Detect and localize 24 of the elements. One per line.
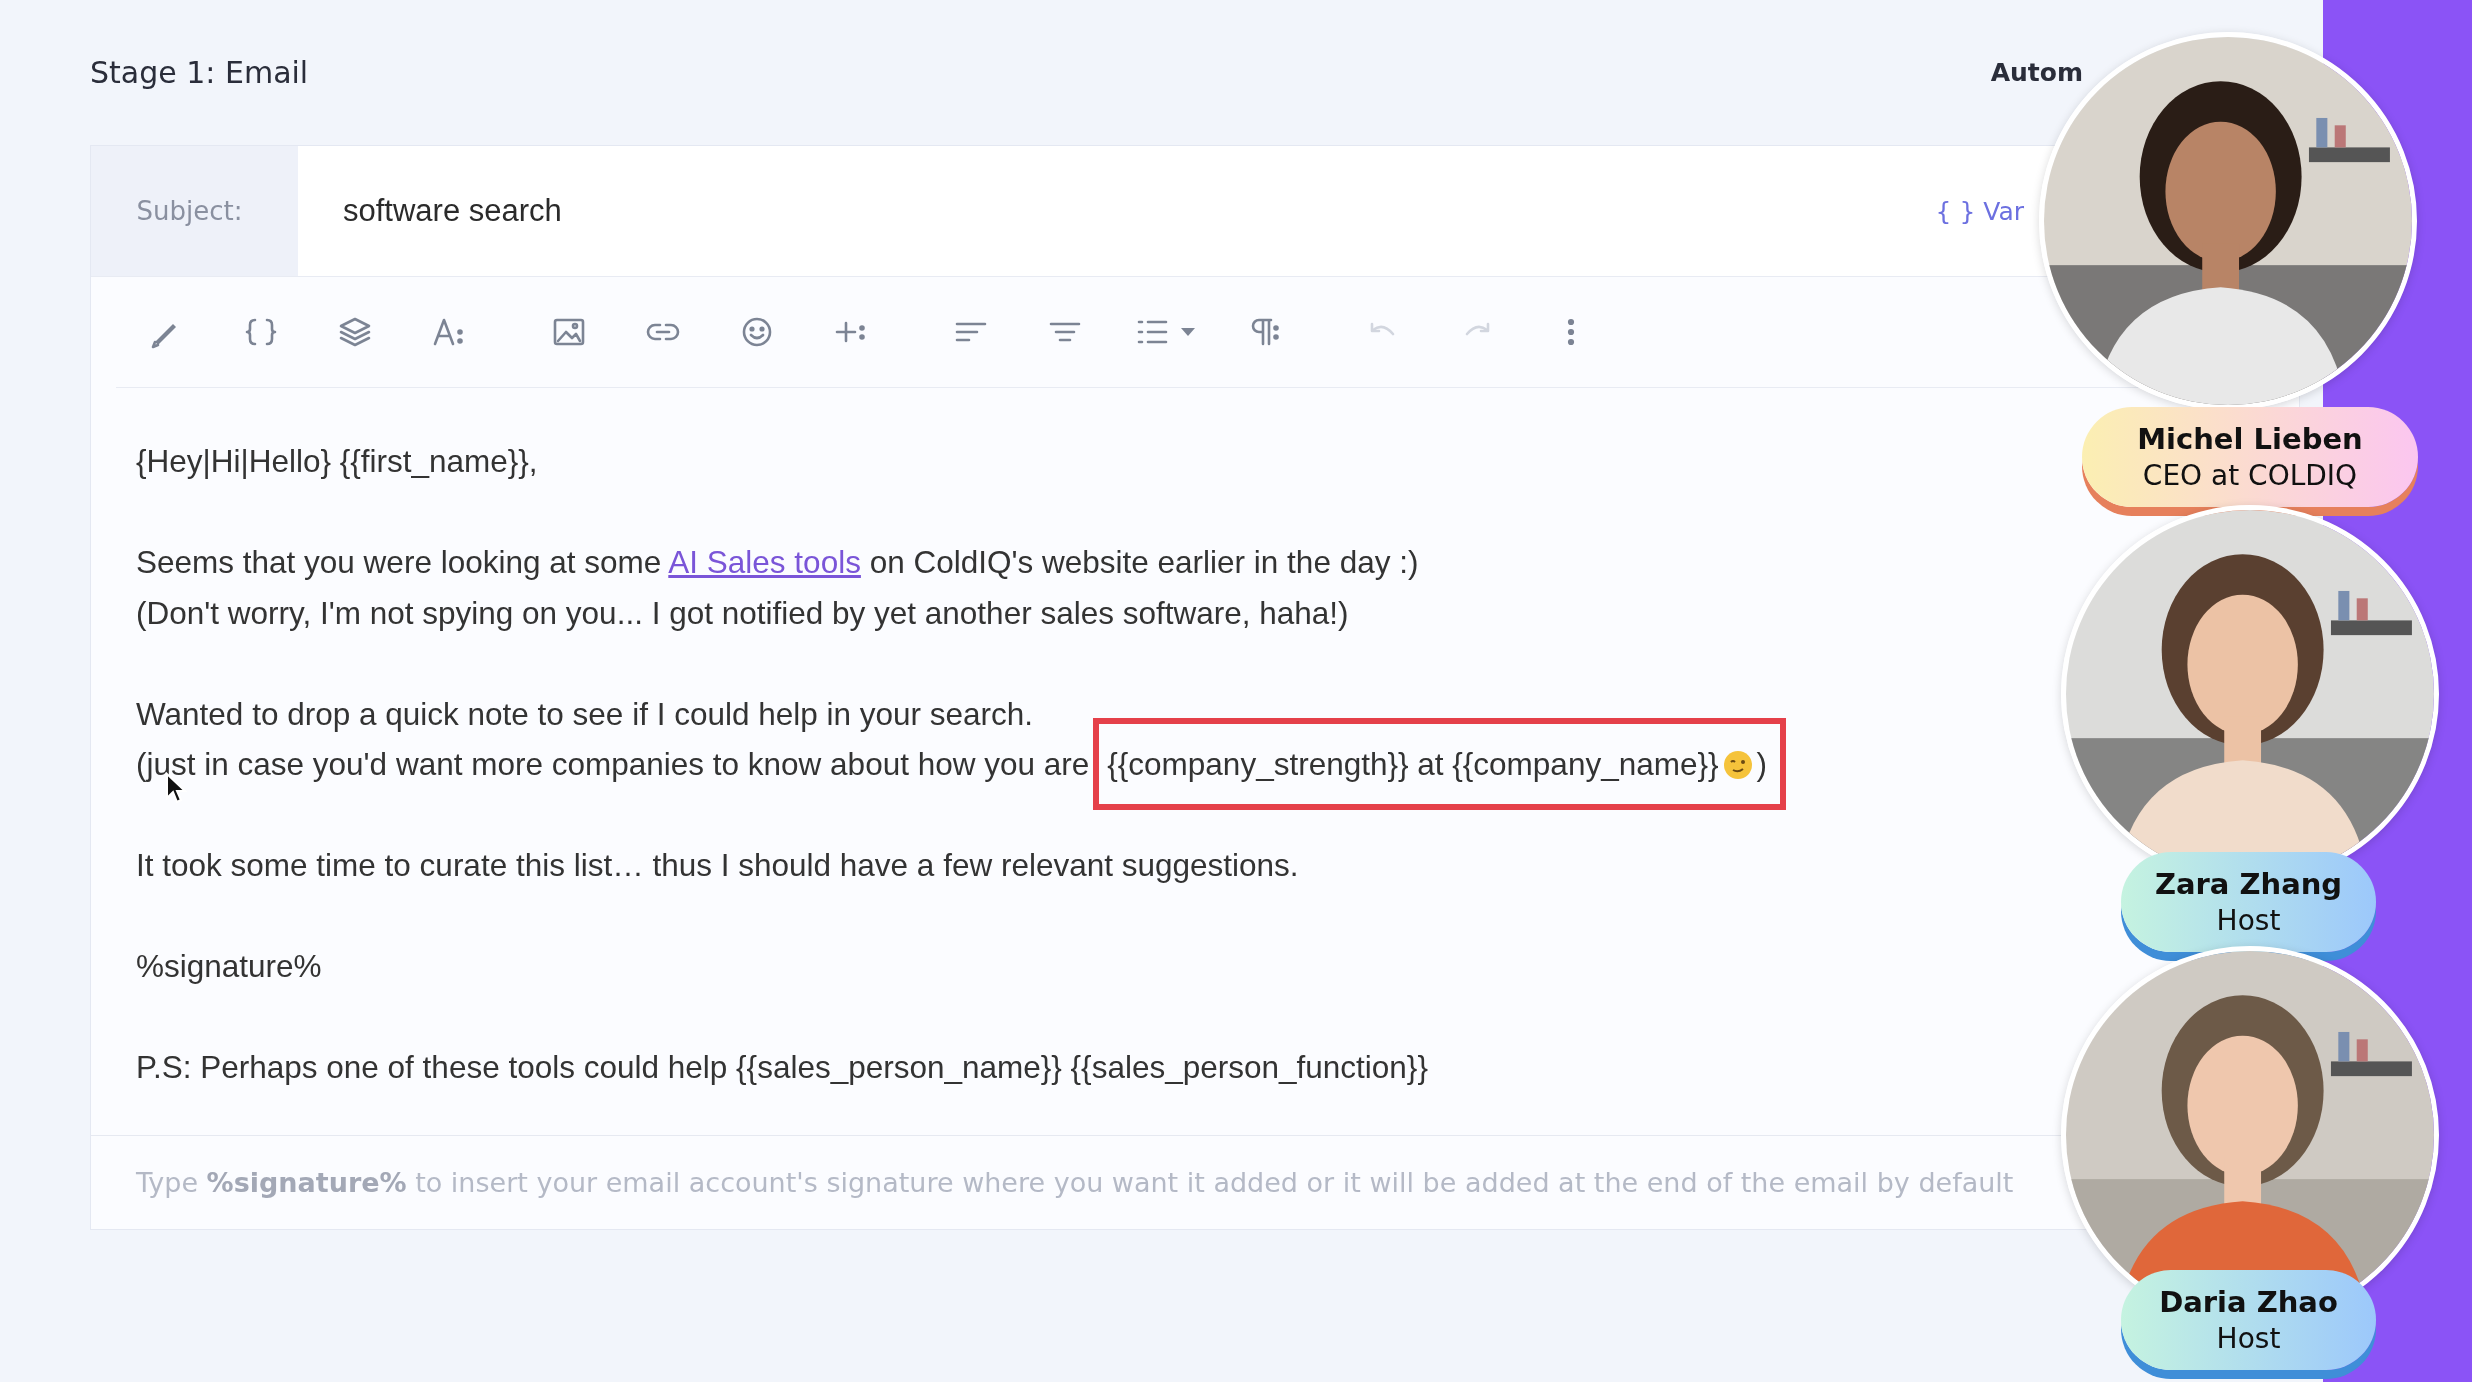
body-text: P.S: Perhaps one of these tools could help {{sales_person_name}} {{sales_person_function}}: [136, 1048, 1428, 1087]
link[interactable]: AI Sales tools: [668, 544, 861, 580]
participant-name: Daria Zhao: [2159, 1284, 2338, 1321]
body-text: {Hey|Hi|Hello} {{first_name}},: [136, 442, 538, 481]
subject-label: Subject:: [136, 196, 244, 226]
subject-field[interactable]: software search: [343, 193, 562, 229]
body-text: Seems that you were looking at some AI Sales tools on ColdIQ's website earlier in the day :): [136, 543, 1419, 582]
body-text: ): [1756, 746, 1767, 782]
body-text: It took some time to curate this list… thus I should have a few relevant suggestions.: [136, 846, 1299, 885]
variables-button[interactable]: { } Var: [1935, 196, 2024, 226]
tab-label[interactable]: Autom: [1990, 58, 2083, 87]
variable-text: {{company_strength}} at {{company_name}}: [1107, 746, 1719, 782]
participant-name: Zara Zhang: [2154, 866, 2343, 903]
participant-role: Host: [2216, 1321, 2281, 1357]
stage-title: Stage 1: Email: [90, 55, 309, 90]
participant-role: CEO at COLDIQ: [2142, 458, 2358, 494]
participant-role: Host: [2216, 903, 2281, 939]
participant-name: Michel Lieben: [2137, 421, 2363, 458]
body-text: Wanted to drop a quick note to see if I could help in your search.: [136, 694, 1034, 734]
body-text: (just in case you'd want more companies to know about how you are: [136, 746, 1090, 782]
caret-icon[interactable]: [1180, 327, 1196, 337]
body-text: (Don't worry, I'm not spying on you... I got notified by yet another sales software, haha!): [136, 593, 1349, 633]
body-text: %signature%: [136, 947, 322, 986]
wink-emoji-icon: [1722, 750, 1753, 780]
